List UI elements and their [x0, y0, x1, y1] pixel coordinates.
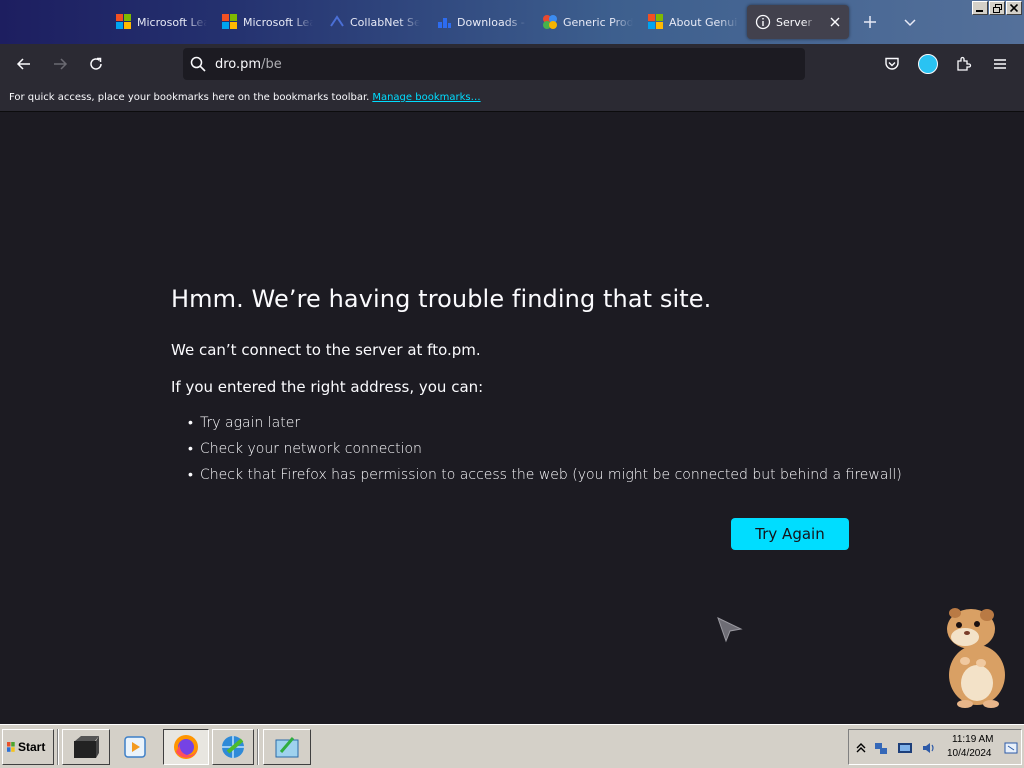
error-description: We can’t connect to the server at fto.pm… — [171, 341, 481, 359]
taskbar-separator — [57, 729, 59, 765]
info-icon — [755, 14, 771, 30]
back-arrow-icon — [16, 58, 30, 70]
search-icon — [190, 56, 206, 72]
menu-button[interactable] — [988, 52, 1012, 76]
chevron-down-icon[interactable] — [898, 10, 922, 34]
clock-date: 10/4/2024 — [947, 748, 992, 759]
close-window-button[interactable] — [1006, 1, 1022, 15]
window-controls — [972, 1, 1022, 15]
tab-title: CollabNet Se — [350, 15, 420, 29]
navigation-toolbar: dro.pm/be — [0, 44, 1024, 84]
microsoft-logo-icon — [116, 14, 132, 30]
try-again-button[interactable]: Try Again — [731, 518, 849, 550]
suggestions-list: Try again later Check your network conne… — [188, 410, 902, 488]
taskbar-separator — [257, 729, 259, 765]
tab-collabnet[interactable]: CollabNet Se — [321, 5, 423, 39]
reload-button[interactable] — [84, 52, 108, 76]
clock-time: 11:19 AM — [952, 734, 994, 745]
bookmarks-toolbar: For quick access, place your bookmarks h… — [0, 84, 1024, 112]
tray-expand-icon[interactable] — [853, 740, 869, 756]
forward-arrow-icon — [54, 58, 68, 70]
puzzle-piece-icon — [957, 56, 972, 71]
new-tab-icon[interactable] — [858, 10, 882, 34]
console-app-icon — [74, 736, 99, 758]
collabnet-icon — [330, 15, 344, 27]
taskbar-app-media-player[interactable] — [114, 729, 156, 765]
tab-title: Server Not — [776, 15, 816, 29]
system-tray: 11:19 AM 10/4/2024 — [848, 729, 1022, 765]
windows-flag-icon — [7, 742, 15, 752]
back-button[interactable] — [12, 52, 36, 76]
tab-title: About Genui — [669, 15, 738, 29]
suggestions-intro: If you entered the right address, you ca… — [171, 378, 484, 396]
tab-generic-product[interactable]: Generic Prod — [534, 5, 636, 39]
reload-icon — [90, 57, 102, 70]
pocket-icon — [885, 57, 899, 70]
firefox-account-icon — [918, 54, 938, 74]
tab-title: Generic Prod — [563, 15, 633, 29]
downloads-site-icon — [438, 18, 451, 28]
close-icon — [1010, 4, 1018, 12]
microsoft-logo-icon — [648, 14, 664, 30]
restore-icon — [992, 3, 1002, 13]
url-path: /be — [261, 56, 282, 72]
taskbar: Start 11:19 AM 10/4/2024 — [0, 724, 1024, 768]
taskbar-app-editor[interactable] — [263, 729, 311, 765]
url-bar[interactable]: dro.pm/be — [183, 48, 805, 80]
suggestion-item: Try again later — [188, 410, 902, 436]
error-title: Hmm. We’re having trouble finding that s… — [171, 285, 712, 313]
suggestion-item: Check that Firefox has permission to acc… — [188, 462, 902, 488]
tab-server-not-found[interactable]: Server Not — [747, 5, 849, 39]
start-button[interactable]: Start — [2, 729, 54, 765]
firefox-icon — [174, 735, 198, 759]
manage-bookmarks-link[interactable]: Manage bookmarks… — [372, 92, 480, 103]
speaker-icon[interactable] — [921, 740, 937, 756]
tab-strip: Microsoft Lea Microsoft Lea CollabNet Se… — [0, 0, 1024, 44]
tab-microsoft-learn-1[interactable]: Microsoft Lea — [108, 5, 210, 39]
generic-product-icon — [543, 15, 557, 29]
start-label: Start — [18, 740, 46, 754]
show-desktop-icon[interactable] — [1003, 740, 1019, 756]
hamburger-menu-icon — [994, 59, 1006, 69]
minimize-button[interactable] — [972, 1, 988, 15]
tab-downloads[interactable]: Downloads - — [428, 5, 530, 39]
close-tab-icon[interactable] — [827, 14, 843, 30]
hamster-mascot-image — [947, 608, 1005, 708]
tab-title: Microsoft Lea — [243, 15, 313, 29]
tab-title: Microsoft Lea — [137, 15, 207, 29]
media-player-icon — [124, 736, 146, 758]
tab-about-genuine[interactable]: About Genui — [640, 5, 742, 39]
tab-microsoft-learn-2[interactable]: Microsoft Lea — [214, 5, 316, 39]
account-button[interactable] — [916, 52, 940, 76]
mouse-cursor-icon — [717, 617, 743, 643]
suggestion-item: Check your network connection — [188, 436, 902, 462]
minimize-icon — [976, 10, 983, 12]
url-host: dro.pm — [215, 56, 262, 72]
restore-button[interactable] — [989, 1, 1005, 15]
taskbar-app-console[interactable] — [62, 729, 110, 765]
download-manager-icon — [222, 736, 244, 758]
microsoft-logo-icon — [222, 14, 238, 30]
error-page: Hmm. We’re having trouble finding that s… — [0, 113, 1024, 724]
extensions-button[interactable] — [952, 52, 976, 76]
bookmarks-message: For quick access, place your bookmarks h… — [9, 92, 370, 103]
tab-title: Downloads - — [457, 15, 525, 29]
editor-app-icon — [275, 737, 299, 758]
display-icon[interactable] — [897, 740, 913, 756]
taskbar-app-firefox[interactable] — [163, 729, 209, 765]
forward-button[interactable] — [48, 52, 72, 76]
network-icon[interactable] — [873, 740, 889, 756]
taskbar-app-download-manager[interactable] — [212, 729, 254, 765]
pocket-button[interactable] — [880, 52, 904, 76]
